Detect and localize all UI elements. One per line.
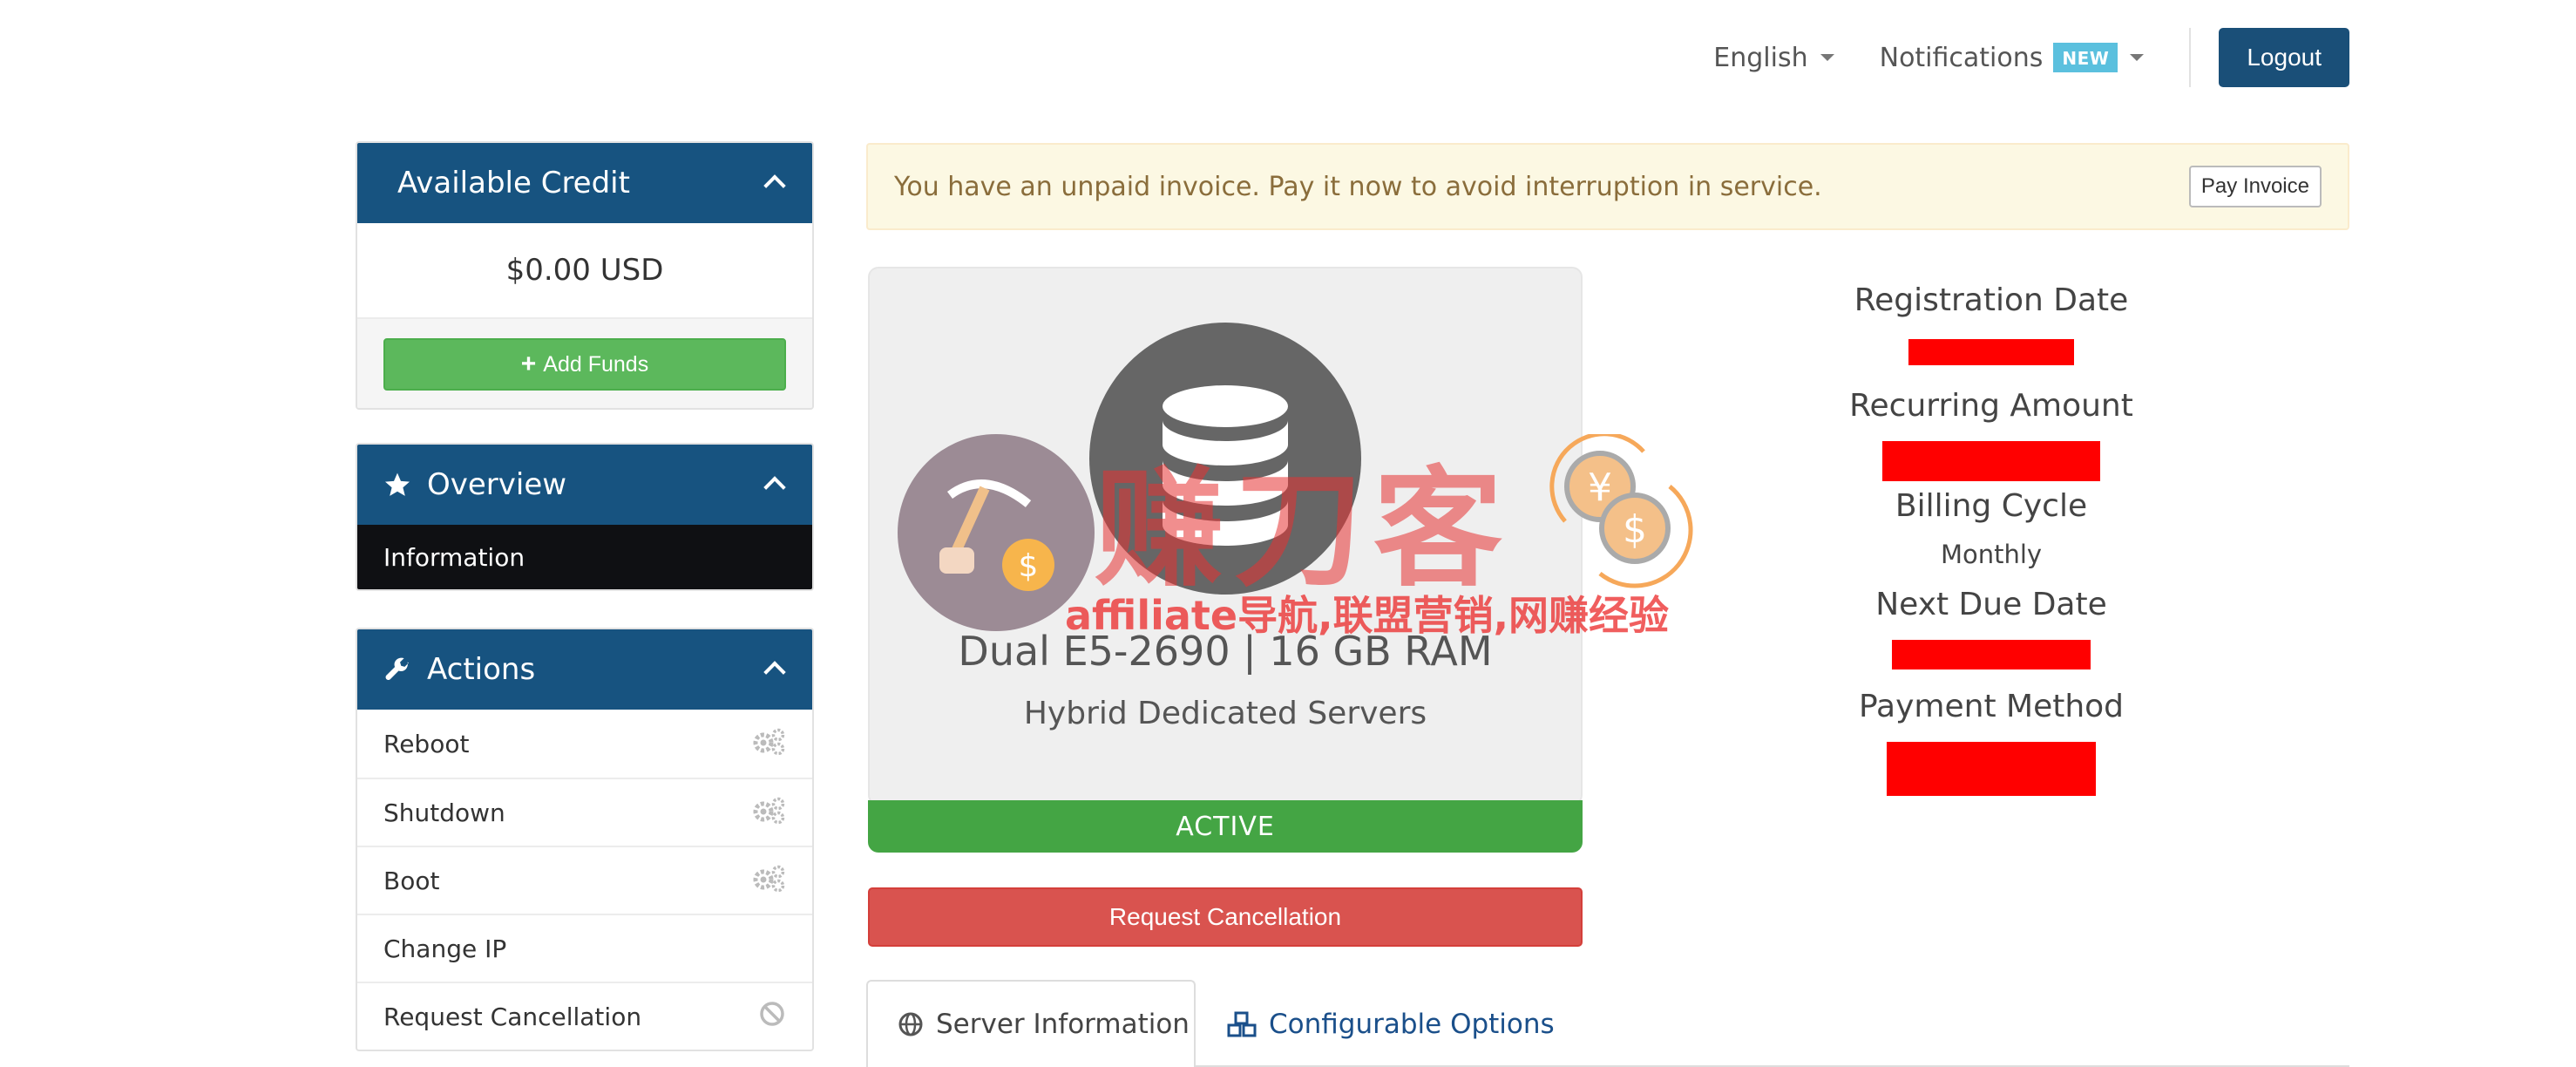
notifications-dropdown[interactable]: Notifications NEW [1880,43,2145,73]
overview-panel: Overview Information [356,443,814,591]
top-navigation: English Notifications NEW Logout [1713,28,2349,87]
notifications-label: Notifications [1879,42,2044,73]
action-change-ip[interactable]: Change IP [357,914,812,982]
chevron-up-icon[interactable] [763,661,786,683]
gears-icon [751,727,786,761]
chevron-up-icon[interactable] [763,476,786,499]
status-badge: ACTIVE [868,800,1583,853]
billing-cycle-label: Billing Cycle [1895,488,2088,524]
credit-amount: $0.00 USD [505,253,664,288]
product-card: Dual E5-2690 | 16 GB RAM Hybrid Dedicate… [868,267,1583,805]
billing-cycle-value: Monthly [1940,540,2043,569]
recurring-amount-label: Recurring Amount [1849,388,2133,424]
sidebar-item-label: Information [383,542,525,572]
logout-button[interactable]: Logout [2219,28,2349,87]
action-shutdown[interactable]: Shutdown [357,778,812,846]
action-label: Shutdown [383,798,505,827]
plus-icon: + [520,350,537,378]
unpaid-invoice-alert: You have an unpaid invoice. Pay it now t… [866,143,2349,230]
overview-header[interactable]: Overview [357,445,812,525]
credit-footer: + Add Funds [357,317,812,408]
star-icon [383,471,411,499]
tab-configurable-options[interactable]: Configurable Options [1227,980,1555,1067]
actions-header[interactable]: Actions [357,629,812,710]
service-details: Registration Date Recurring Amount Billi… [1830,262,2152,796]
service-tabs: Server Information Configurable Options [866,980,2349,1067]
product-name: Dual E5-2690 | 16 GB RAM [958,628,1493,675]
gears-icon [751,796,786,830]
payment-method-redacted [1887,742,2096,796]
svg-text:$: $ [1623,507,1647,552]
action-request-cancellation[interactable]: Request Cancellation [357,982,812,1050]
caret-down-icon [1820,54,1834,61]
available-credit-panel: Available Credit $0.00 USD + Add Funds [356,141,814,410]
action-label: Change IP [383,934,507,963]
cubes-icon [1227,1011,1257,1037]
database-icon [1089,323,1361,595]
topbar-divider [2189,28,2192,87]
language-label: English [1713,42,1808,73]
overview-title: Overview [427,467,567,502]
tab-label: Configurable Options [1269,1009,1555,1040]
notifications-new-badge: NEW [2053,43,2118,72]
ban-icon [758,1000,786,1034]
actions-panel: Actions Reboot Shutdown Boot Change IP R… [356,628,814,1051]
add-funds-button[interactable]: + Add Funds [383,338,786,391]
alert-message: You have an unpaid invoice. Pay it now t… [894,171,1822,202]
action-reboot[interactable]: Reboot [357,710,812,778]
language-dropdown[interactable]: English [1713,43,1834,73]
pay-invoice-button[interactable]: Pay Invoice [2188,166,2322,207]
product-group: Hybrid Dedicated Servers [1023,696,1427,731]
caret-down-icon [2130,54,2145,61]
action-boot[interactable]: Boot [357,846,812,914]
recurring-amount-redacted [1882,441,2100,481]
registration-date-label: Registration Date [1854,282,2129,318]
action-label: Reboot [383,729,470,758]
next-due-date-label: Next Due Date [1875,587,2107,622]
action-label: Boot [383,866,440,895]
tab-server-information[interactable]: Server Information [866,980,1196,1067]
svg-text:¥: ¥ [1588,466,1612,510]
wrench-icon [383,656,411,683]
client-area-page: English Notifications NEW Logout Availab… [0,0,2576,1067]
available-credit-title: Available Credit [397,166,630,200]
gears-icon [751,864,786,898]
action-label: Request Cancellation [383,1002,642,1031]
globe-icon [898,1011,924,1037]
sidebar-item-information[interactable]: Information [357,525,812,589]
payment-method-label: Payment Method [1858,689,2125,724]
add-funds-label: Add Funds [543,351,649,377]
request-cancellation-button[interactable]: Request Cancellation [868,887,1583,947]
available-credit-header[interactable]: Available Credit [357,143,812,223]
actions-list: Reboot Shutdown Boot Change IP Request C… [357,710,812,1050]
actions-title: Actions [427,652,536,687]
registration-date-redacted [1908,339,2074,365]
next-due-date-redacted [1892,640,2091,669]
chevron-up-icon[interactable] [763,174,786,197]
tab-label: Server Information [936,1009,1190,1040]
